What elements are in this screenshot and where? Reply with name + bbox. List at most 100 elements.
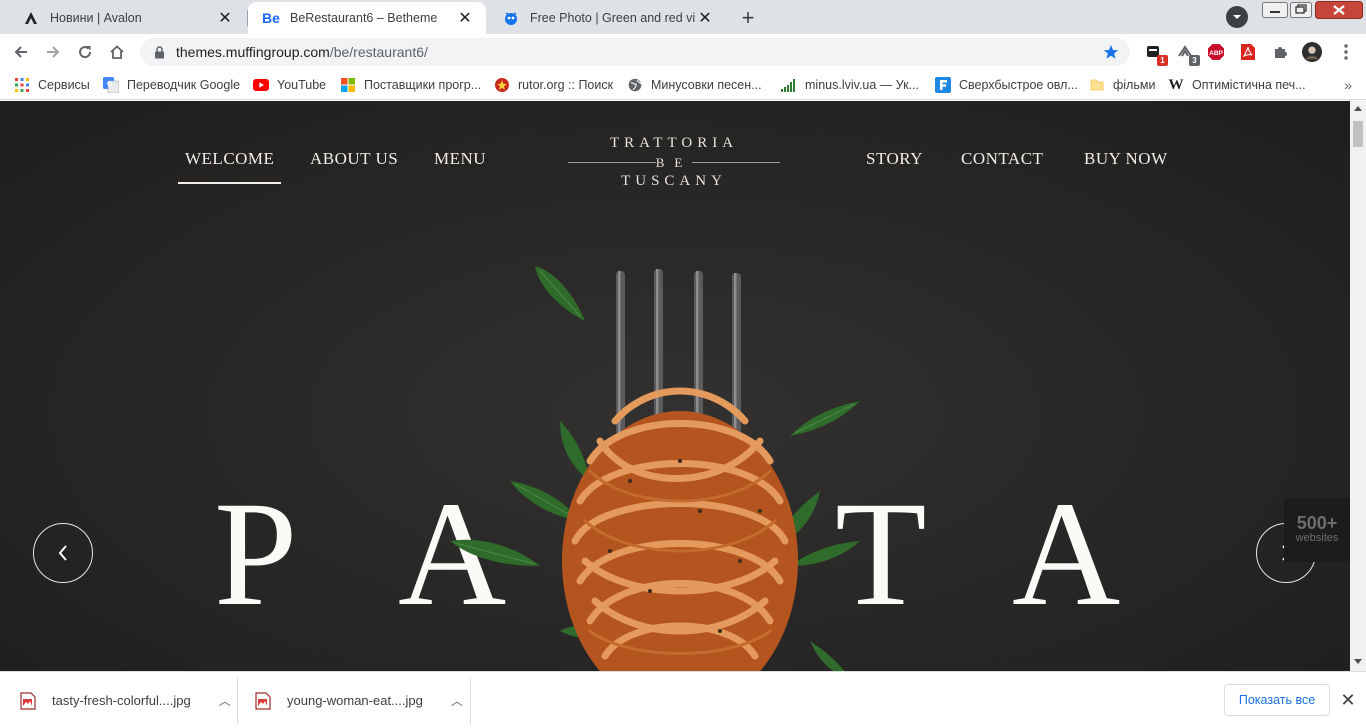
back-button[interactable] (8, 39, 34, 65)
profile-avatar-icon[interactable] (1302, 42, 1322, 62)
forward-arrow-icon (47, 46, 60, 58)
page-viewport: WELCOME ABOUT US MENU TRATTORIA BE TUSCA… (0, 101, 1350, 671)
bookmarks-bar: Сервисы G Переводчик Google YouTube Пост… (0, 70, 1366, 100)
tab-counter-extension-icon[interactable]: 3 (1175, 42, 1200, 66)
close-icon[interactable]: ✕ (1338, 690, 1358, 710)
close-tab-icon[interactable]: ✕ (456, 9, 474, 27)
wikipedia-icon: W (1168, 76, 1184, 93)
chrome-menu-button[interactable] (1336, 42, 1356, 62)
close-tab-icon[interactable]: ✕ (216, 9, 234, 27)
site-logo[interactable]: TRATTORIA BE TUSCANY (568, 135, 780, 191)
hero-letter-a-2: A (1012, 471, 1121, 637)
site-nav-buy-now[interactable]: BUY NOW (1084, 149, 1168, 169)
minimize-icon (1262, 2, 1288, 18)
svg-text:ABP: ABP (1209, 50, 1223, 57)
site-nav-contact[interactable]: CONTACT (961, 149, 1043, 169)
slider-prev-button[interactable] (33, 523, 93, 583)
show-all-downloads-button[interactable]: Показать все (1224, 684, 1330, 716)
logo-line-be: BE (655, 155, 693, 170)
download-divider (470, 678, 471, 724)
scrollbar-thumb[interactable] (1353, 121, 1363, 147)
bookmark-services[interactable]: Сервисы (14, 76, 90, 94)
svg-text:G: G (107, 81, 113, 88)
chevron-left-icon (58, 545, 67, 561)
address-bar[interactable]: themes.muffingroup.com/be/restaurant6/ (140, 38, 1130, 66)
url-text: themes.muffingroup.com/be/restaurant6/ (176, 44, 428, 60)
site-nav-menu[interactable]: MENU (434, 149, 486, 169)
home-button[interactable] (104, 39, 130, 65)
tab-strip: Новини | Avalon ✕ Be BeRestaurant6 – Bet… (0, 0, 1366, 34)
logo-line-trattoria: TRATTORIA (609, 135, 739, 151)
more-bookmarks-icon[interactable]: » (1344, 77, 1352, 93)
download-filename: tasty-fresh-colorful....jpg (52, 693, 191, 708)
google-translate-icon: G (103, 77, 119, 93)
pasta-fork-image (450, 266, 860, 671)
reload-icon (79, 46, 92, 59)
lock-icon (152, 45, 166, 59)
page-scrollbar[interactable] (1350, 101, 1366, 671)
tab-freepik[interactable]: Free Photo | Green and red viney ✕ (488, 2, 726, 34)
browser-toolbar: themes.muffingroup.com/be/restaurant6/ 1… (0, 34, 1366, 70)
avalon-logo-icon (22, 9, 40, 27)
site-nav-welcome[interactable]: WELCOME (177, 149, 282, 184)
globe-icon (627, 77, 643, 93)
new-tab-button[interactable]: + (734, 4, 762, 32)
promo-websites-badge[interactable]: 500+ websites (1284, 498, 1350, 562)
tab-search-button[interactable] (1226, 6, 1248, 28)
bookmark-superfast[interactable]: Сверхбыстрое овл... (935, 76, 1078, 94)
restore-icon (1290, 2, 1312, 18)
scroll-down-icon[interactable] (1354, 659, 1362, 665)
behance-be-icon: Be (262, 10, 280, 26)
signal-bars-icon (781, 77, 797, 93)
folder-icon (1089, 77, 1105, 93)
puzzle-extensions-icon[interactable] (1270, 42, 1290, 62)
image-file-icon (20, 691, 36, 710)
site-nav-about-us[interactable]: ABOUT US (310, 149, 398, 169)
close-icon (1315, 1, 1363, 19)
download-item[interactable]: tasty-fresh-colorful....jpg ︿ (20, 672, 231, 728)
tab-berestaurant[interactable]: Be BeRestaurant6 – Betheme ✕ (248, 2, 486, 34)
tab-title: BeRestaurant6 – Betheme (290, 11, 438, 25)
tab-avalon[interactable]: Новини | Avalon ✕ (8, 2, 246, 34)
chevron-down-icon (1233, 15, 1241, 19)
minimize-window-button[interactable] (1262, 0, 1288, 20)
close-tab-icon[interactable]: ✕ (696, 9, 714, 27)
youtube-icon (253, 77, 269, 93)
site-nav-story[interactable]: STORY (866, 149, 923, 169)
download-divider (237, 678, 238, 724)
microsoft-icon (340, 77, 356, 93)
promo-label: websites (1295, 532, 1339, 544)
notification-extension-icon[interactable]: 1 (1143, 42, 1168, 66)
hero-letter-p: P (214, 471, 298, 637)
chevron-up-icon[interactable]: ︿ (451, 692, 463, 709)
reload-button[interactable] (72, 39, 98, 65)
bookmark-minus-songs[interactable]: Минусовки песен... (627, 76, 762, 94)
logo-rule-right (692, 162, 780, 163)
bookmark-minus-lviv[interactable]: minus.lviv.ua — Ук... (781, 76, 919, 94)
chevron-up-icon[interactable]: ︿ (219, 692, 231, 709)
download-shelf: tasty-fresh-colorful....jpg ︿ young-woma… (0, 671, 1366, 728)
f-logo-icon (935, 77, 951, 93)
download-item[interactable]: young-woman-eat....jpg ︿ (255, 672, 463, 728)
download-filename: young-woman-eat....jpg (287, 693, 423, 708)
bookmark-star-icon[interactable] (1102, 43, 1120, 61)
bookmark-software-vendors[interactable]: Поставщики прогр... (340, 76, 481, 94)
plus-icon: + (741, 5, 755, 30)
bookmark-youtube[interactable]: YouTube (253, 76, 326, 94)
apps-grid-icon (14, 77, 30, 93)
adblock-plus-icon[interactable]: ABP (1206, 42, 1226, 62)
tab-title: Free Photo | Green and red viney (530, 11, 696, 25)
more-vert-icon (1344, 44, 1348, 60)
scroll-up-icon[interactable] (1354, 105, 1362, 111)
forward-button[interactable] (40, 39, 66, 65)
bookmark-wikipedia[interactable]: W Оптимістична печ... (1168, 76, 1306, 94)
close-window-button[interactable] (1314, 0, 1364, 20)
bookmark-google-translate[interactable]: G Переводчик Google (103, 76, 240, 94)
bookmark-folder-films[interactable]: фільми (1089, 76, 1155, 94)
bookmark-rutor[interactable]: rutor.org :: Поиск (494, 76, 613, 94)
home-icon (110, 45, 124, 59)
promo-number: 500+ (1296, 513, 1338, 533)
acrobat-icon[interactable] (1238, 42, 1258, 62)
rutor-icon (494, 77, 510, 93)
maximize-window-button[interactable] (1290, 0, 1312, 20)
